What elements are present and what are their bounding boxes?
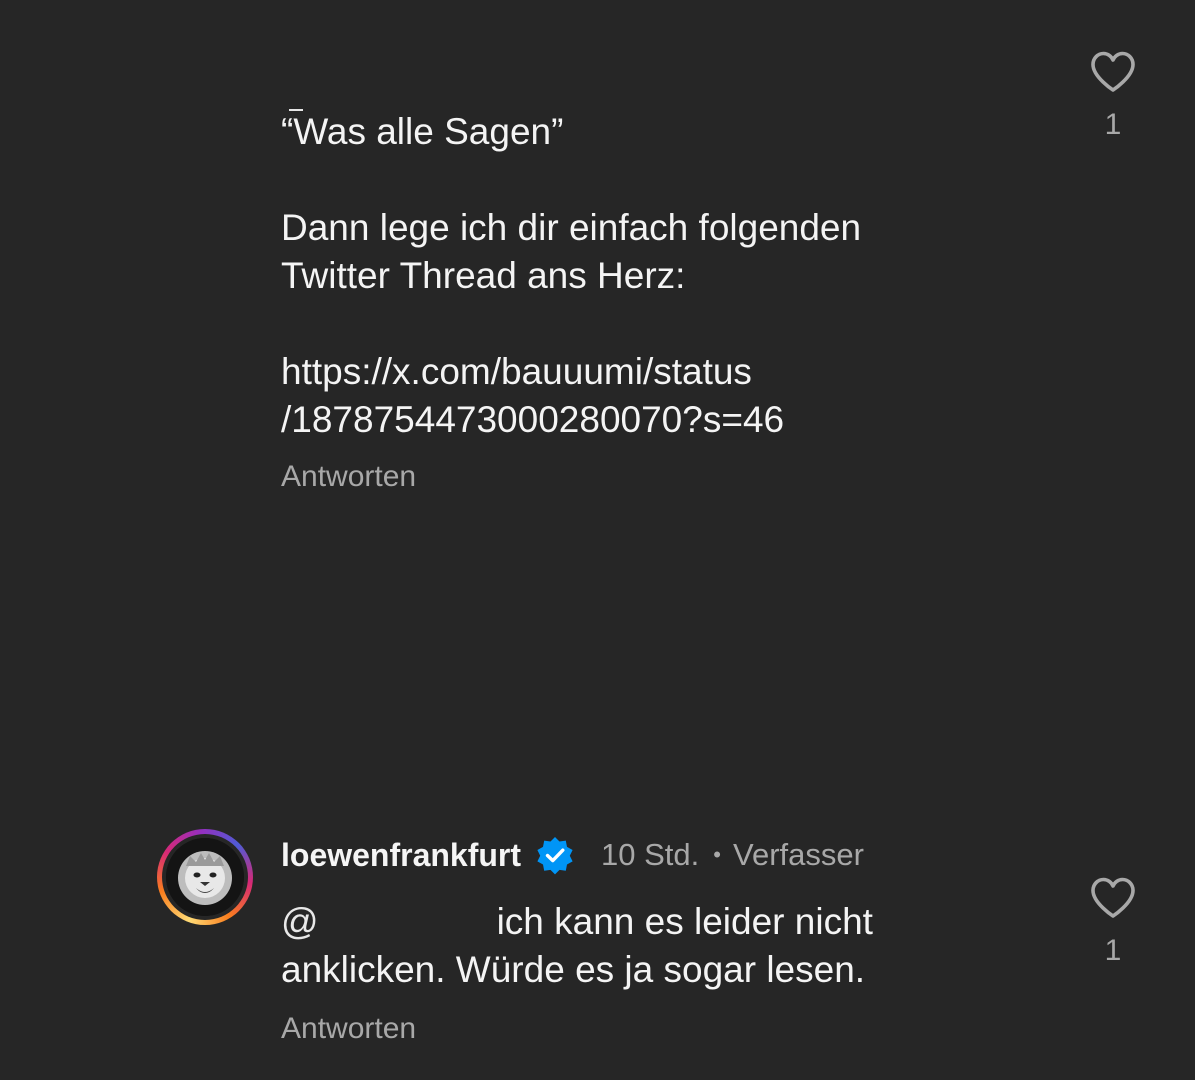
separator-dot: •: [713, 842, 721, 867]
author-badge: Verfasser: [732, 837, 864, 872]
like-count: 1: [1104, 108, 1122, 141]
username[interactable]: loewenfrankfurt: [281, 837, 521, 874]
comment-text: “Was alle Sagen” Dann lege ich dir einfa…: [281, 108, 1001, 444]
comment-text-line: Twitter Thread ans Herz:: [281, 255, 686, 296]
avatar-ring-gap: [162, 834, 248, 920]
comment-body: loewenfrankfurt 10 Std. • Verfasser @ ich…: [281, 820, 1001, 1046]
comment-text: @ ich kann es leider nicht anklicken. Wür…: [281, 898, 1001, 994]
comment-text-line: https://x.com/bauuumi/status: [281, 351, 752, 392]
reply-button[interactable]: Antworten: [281, 1012, 416, 1046]
avatar[interactable]: [157, 829, 253, 925]
comment-text-line-1: ich kann es leider nicht: [496, 901, 873, 942]
mention-link[interactable]: @: [281, 901, 319, 942]
comment-item: loewenfrankfurt 10 Std. • Verfasser @ ich…: [0, 820, 1195, 1080]
reply-button[interactable]: Antworten: [281, 460, 416, 494]
comment-text-line-2: anklicken. Würde es ja sogar lesen.: [281, 949, 866, 990]
heart-icon[interactable]: [1089, 50, 1137, 94]
timestamp: 10 Std.: [601, 837, 700, 872]
verified-badge-icon: [537, 837, 573, 875]
comment-text-line: /1878754473000280070?s=46: [281, 399, 785, 440]
comment-text-line: “Was alle Sagen”: [281, 111, 564, 152]
like-count: 1: [1104, 934, 1122, 967]
comment-body: “Was alle Sagen” Dann lege ich dir einfa…: [281, 108, 1001, 494]
comment-item: “Was alle Sagen” Dann lege ich dir einfa…: [0, 0, 1195, 560]
lion-logo-icon: [166, 838, 244, 916]
comment-text-line: Dann lege ich dir einfach folgenden: [281, 207, 862, 248]
heart-icon[interactable]: [1089, 876, 1137, 920]
like-column: 1: [1080, 876, 1146, 968]
comment-header: loewenfrankfurt 10 Std. • Verfasser: [281, 820, 1001, 890]
like-column: 1: [1080, 50, 1146, 142]
